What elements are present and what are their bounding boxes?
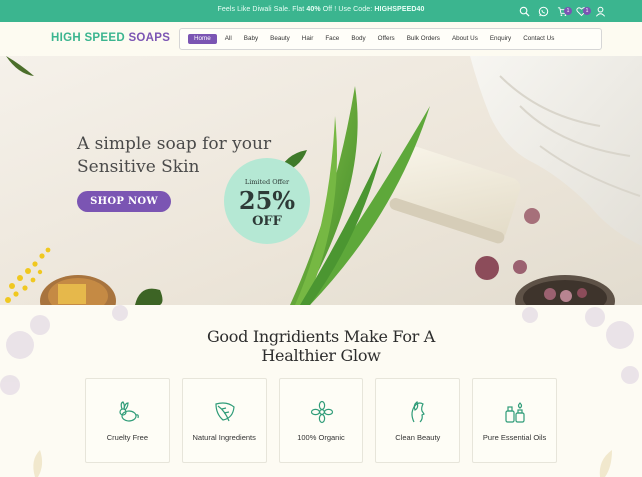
nav-item-offers[interactable]: Offers xyxy=(372,34,401,44)
promo-discount: 40% xyxy=(306,6,321,13)
feature-label-cruelty-free: Cruelty Free xyxy=(106,433,149,442)
nav-item-baby[interactable]: Baby xyxy=(238,34,264,44)
badge-label: Limited Offer xyxy=(244,178,290,186)
badge-off: OFF xyxy=(252,214,282,229)
promo-prefix: Feels Like Diwali Sale. Flat xyxy=(217,6,307,13)
nav-item-about-us[interactable]: About Us xyxy=(446,34,484,44)
nav-item-enquiry[interactable]: Enquiry xyxy=(484,34,517,44)
logo-part-1: HIGH SPEED xyxy=(51,32,125,44)
user-account-icon[interactable] xyxy=(594,6,606,18)
feature-cards: Cruelty Free Natural Ingredients 100% Or… xyxy=(85,378,557,463)
search-icon[interactable] xyxy=(518,6,530,18)
cart-icon[interactable]: 1 xyxy=(556,6,572,18)
feature-label-clean-beauty: Clean Beauty xyxy=(395,433,441,442)
shop-now-button[interactable]: SHOP NOW xyxy=(77,191,171,212)
nav-item-home[interactable]: Home xyxy=(188,34,217,44)
feature-card-clean-beauty: Clean Beauty xyxy=(375,378,461,463)
promo-bar: Feels Like Diwali Sale. Flat 40% Off ! U… xyxy=(0,0,642,22)
feature-label-natural-ingredients: Natural Ingredients xyxy=(192,433,256,442)
nav-item-all[interactable]: All xyxy=(219,34,238,44)
oil-bottles-icon xyxy=(505,402,525,423)
hero-title-line-1: A simple soap for your xyxy=(77,134,272,154)
limited-offer-badge: Limited Offer 25% OFF xyxy=(224,158,310,244)
features-section: Good Ingridients Make For A Healthier Gl… xyxy=(0,305,642,477)
wishlist-count: 1 xyxy=(583,6,591,15)
promo-code: HIGHSPEED40 xyxy=(374,6,425,13)
feature-label-organic: 100% Organic xyxy=(297,433,345,442)
hero-background-image xyxy=(0,56,642,305)
nav-item-beauty[interactable]: Beauty xyxy=(264,34,296,44)
main-nav: Home All Baby Beauty Hair Face Body Offe… xyxy=(179,28,602,50)
nav-item-body[interactable]: Body xyxy=(345,34,371,44)
header-icons: 1 1 xyxy=(518,5,606,18)
nav-item-bulk-orders[interactable]: Bulk Orders xyxy=(401,34,446,44)
hero-banner: A simple soap for your Sensitive Skin SH… xyxy=(0,56,642,305)
site-header: HIGH SPEED SOAPS Home All Baby Beauty Ha… xyxy=(0,22,642,56)
logo-part-2: SOAPS xyxy=(128,32,171,44)
feature-card-essential-oils: Pure Essential Oils xyxy=(472,378,557,463)
nav-item-face[interactable]: Face xyxy=(319,34,345,44)
whatsapp-icon[interactable] xyxy=(537,6,549,18)
features-title-line-1: Good Ingridients Make For A xyxy=(206,327,436,346)
cart-count: 1 xyxy=(564,6,572,15)
feature-label-essential-oils: Pure Essential Oils xyxy=(482,433,547,442)
leaf-icon xyxy=(215,402,235,422)
rabbit-icon xyxy=(119,401,139,422)
feature-card-cruelty-free: Cruelty Free xyxy=(85,378,170,463)
badge-discount: 25% xyxy=(238,186,296,215)
features-title: Good Ingridients Make For A Healthier Gl… xyxy=(0,327,642,365)
site-logo[interactable]: HIGH SPEED SOAPS xyxy=(51,32,170,44)
nav-item-hair[interactable]: Hair xyxy=(296,34,320,44)
feature-card-organic: 100% Organic xyxy=(278,378,364,463)
promo-middle: Off ! Use Code: xyxy=(320,6,375,13)
face-leaf-icon xyxy=(411,401,426,423)
feature-card-natural-ingredients: Natural Ingredients xyxy=(181,378,267,463)
wishlist-icon[interactable]: 1 xyxy=(575,6,591,18)
flower-icon xyxy=(310,400,333,424)
features-title-line-2: Healthier Glow xyxy=(261,346,381,365)
nav-item-contact-us[interactable]: Contact Us xyxy=(517,34,560,44)
